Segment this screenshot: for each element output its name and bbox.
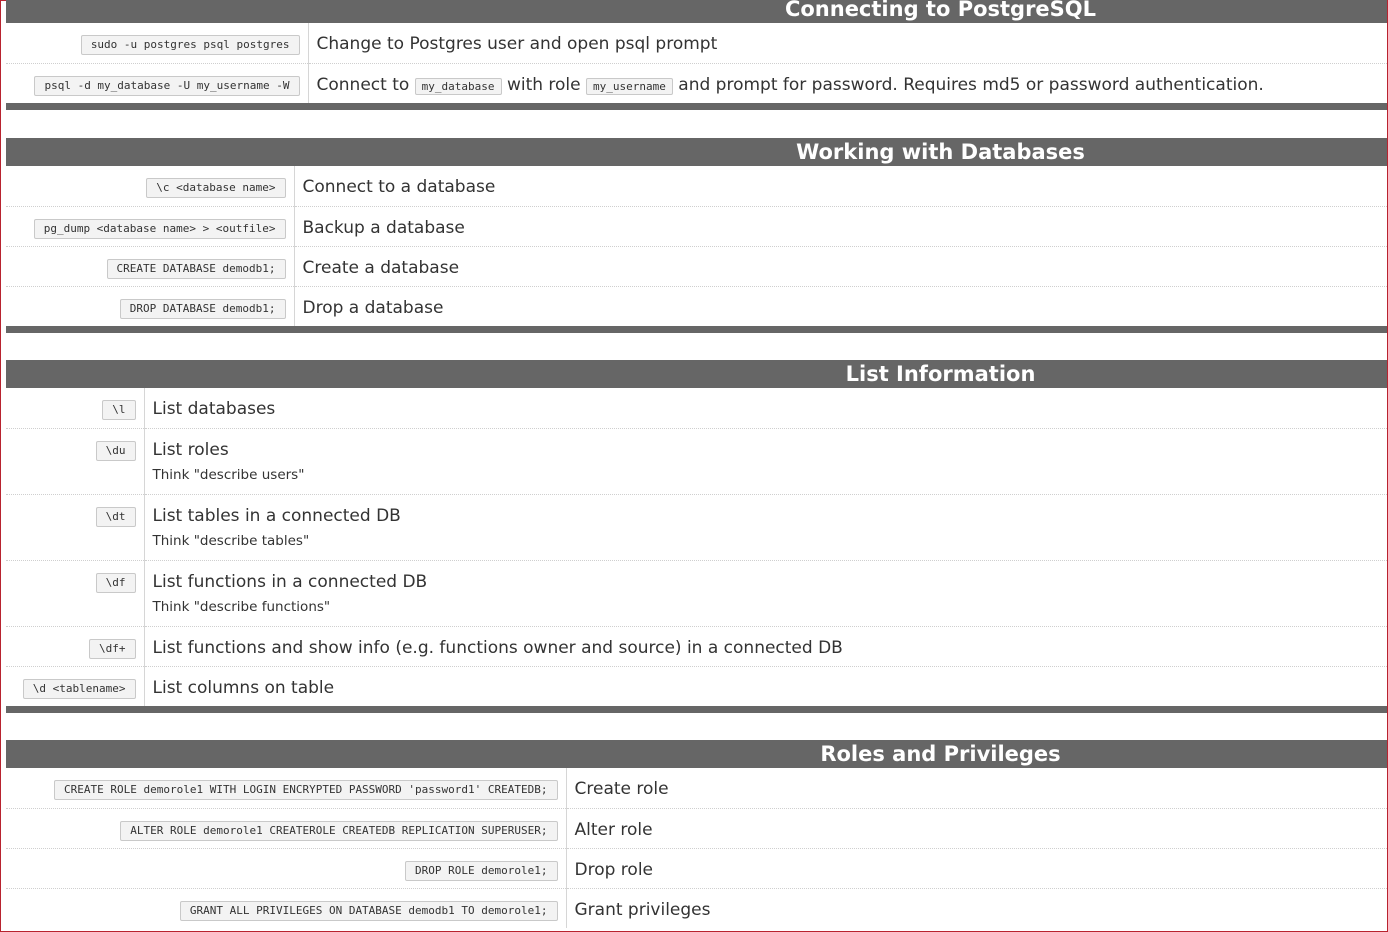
table-row: GRANT ALL PRIVILEGES ON DATABASE demodb1… (6, 887, 1387, 928)
command-description: Drop role (574, 859, 654, 880)
command-code[interactable]: pg_dump <database name> > <outfile> (33, 218, 286, 239)
command-code[interactable]: psql -d my_database -U my_username -W (34, 75, 300, 96)
command-note: Think "describe users" (152, 466, 305, 483)
command-description: Create a database (302, 257, 460, 278)
command-code[interactable]: \l (102, 400, 136, 420)
command-note: Think "describe tables" (152, 532, 310, 549)
section-footer (6, 103, 1387, 110)
table-row: pg_dump <database name> > <outfile> Back… (6, 205, 1387, 246)
command-code[interactable]: \c <database name> (146, 178, 286, 198)
desc-text: Connect to (316, 74, 410, 95)
table-row: sudo -u postgres psql postgres Change to… (6, 23, 1387, 63)
section-footer (6, 706, 1387, 713)
table-row: CREATE ROLE demorole1 WITH LOGIN ENCRYPT… (6, 768, 1387, 808)
table-row: DROP DATABASE demodb1; Drop a database (6, 285, 1387, 326)
table-row: \c <database name> Connect to a database (6, 166, 1387, 206)
desc-text: with role (506, 74, 581, 95)
command-description: List functions and show info (e.g. funct… (152, 637, 843, 658)
table-row: psql -d my_database -U my_username -W Co… (6, 62, 1387, 103)
section-title: Connecting to PostgreSQL (6, 0, 1387, 23)
section-connecting: Connecting to PostgreSQL sudo -u postgre… (6, 0, 1387, 110)
section-title: Roles and Privileges (6, 740, 1387, 768)
command-code[interactable]: \d <tablename> (22, 678, 136, 699)
command-code[interactable]: \du (95, 440, 136, 461)
table-row: DROP ROLE demorole1; Drop role (6, 847, 1387, 888)
command-table: CREATE ROLE demorole1 WITH LOGIN ENCRYPT… (6, 768, 1387, 928)
command-code[interactable]: DROP ROLE demorole1; (405, 860, 558, 881)
command-description: Grant privileges (574, 899, 711, 920)
inline-code[interactable]: my_database (414, 77, 502, 95)
command-description: Connect to a database (302, 177, 496, 197)
command-description: List functions in a connected DB (152, 571, 428, 592)
command-code[interactable]: ALTER ROLE demorole1 CREATEROLE CREATEDB… (120, 820, 558, 841)
command-description: List roles (152, 439, 229, 460)
command-code[interactable]: sudo -u postgres psql postgres (80, 35, 300, 55)
section-list-information: List Information \l List databases \du L… (6, 360, 1387, 713)
command-code[interactable]: CREATE ROLE demorole1 WITH LOGIN ENCRYPT… (54, 780, 558, 800)
command-description: Backup a database (302, 217, 465, 238)
section-title: Working with Databases (6, 138, 1387, 166)
desc-text: and prompt for password. Requires md5 or… (678, 74, 1264, 95)
table-row: \du List roles Think "describe users" (6, 427, 1387, 494)
section-title: List Information (6, 360, 1387, 388)
command-code[interactable]: \dt (95, 506, 136, 527)
command-description: List tables in a connected DB (152, 505, 401, 526)
command-code[interactable]: DROP DATABASE demodb1; (119, 298, 286, 319)
command-table: \c <database name> Connect to a database… (6, 166, 1387, 326)
table-row: \dt List tables in a connected DB Think "… (6, 493, 1387, 560)
command-code[interactable]: CREATE DATABASE demodb1; (106, 258, 286, 279)
command-description: Create role (574, 779, 669, 799)
command-description: Alter role (574, 819, 653, 840)
command-description: Change to Postgres user and open psql pr… (316, 34, 718, 54)
table-row: \df List functions in a connected DB Thin… (6, 559, 1387, 626)
table-row: \l List databases (6, 388, 1387, 428)
command-description: List columns on table (152, 677, 335, 698)
table-row: CREATE DATABASE demodb1; Create a databa… (6, 245, 1387, 286)
table-row: \d <tablename> List columns on table (6, 665, 1387, 706)
command-code[interactable]: \df (95, 572, 136, 593)
command-description: List databases (152, 399, 276, 419)
command-table: sudo -u postgres psql postgres Change to… (6, 23, 1387, 103)
table-row: ALTER ROLE demorole1 CREATEROLE CREATEDB… (6, 807, 1387, 848)
command-table: \l List databases \du List roles Think "d… (6, 388, 1387, 706)
command-note: Think "describe functions" (152, 598, 331, 615)
command-description: Drop a database (302, 297, 444, 318)
inline-code[interactable]: my_username (586, 77, 673, 95)
command-code[interactable]: \df+ (89, 638, 136, 659)
table-row: \df+ List functions and show info (e.g. … (6, 625, 1387, 666)
section-databases: Working with Databases \c <database name… (6, 138, 1387, 333)
command-code[interactable]: GRANT ALL PRIVILEGES ON DATABASE demodb1… (179, 900, 558, 921)
section-roles-privileges: Roles and Privileges CREATE ROLE demorol… (6, 740, 1387, 928)
section-footer (6, 326, 1387, 333)
command-description: Connect to my_database with role my_user… (317, 74, 1380, 98)
